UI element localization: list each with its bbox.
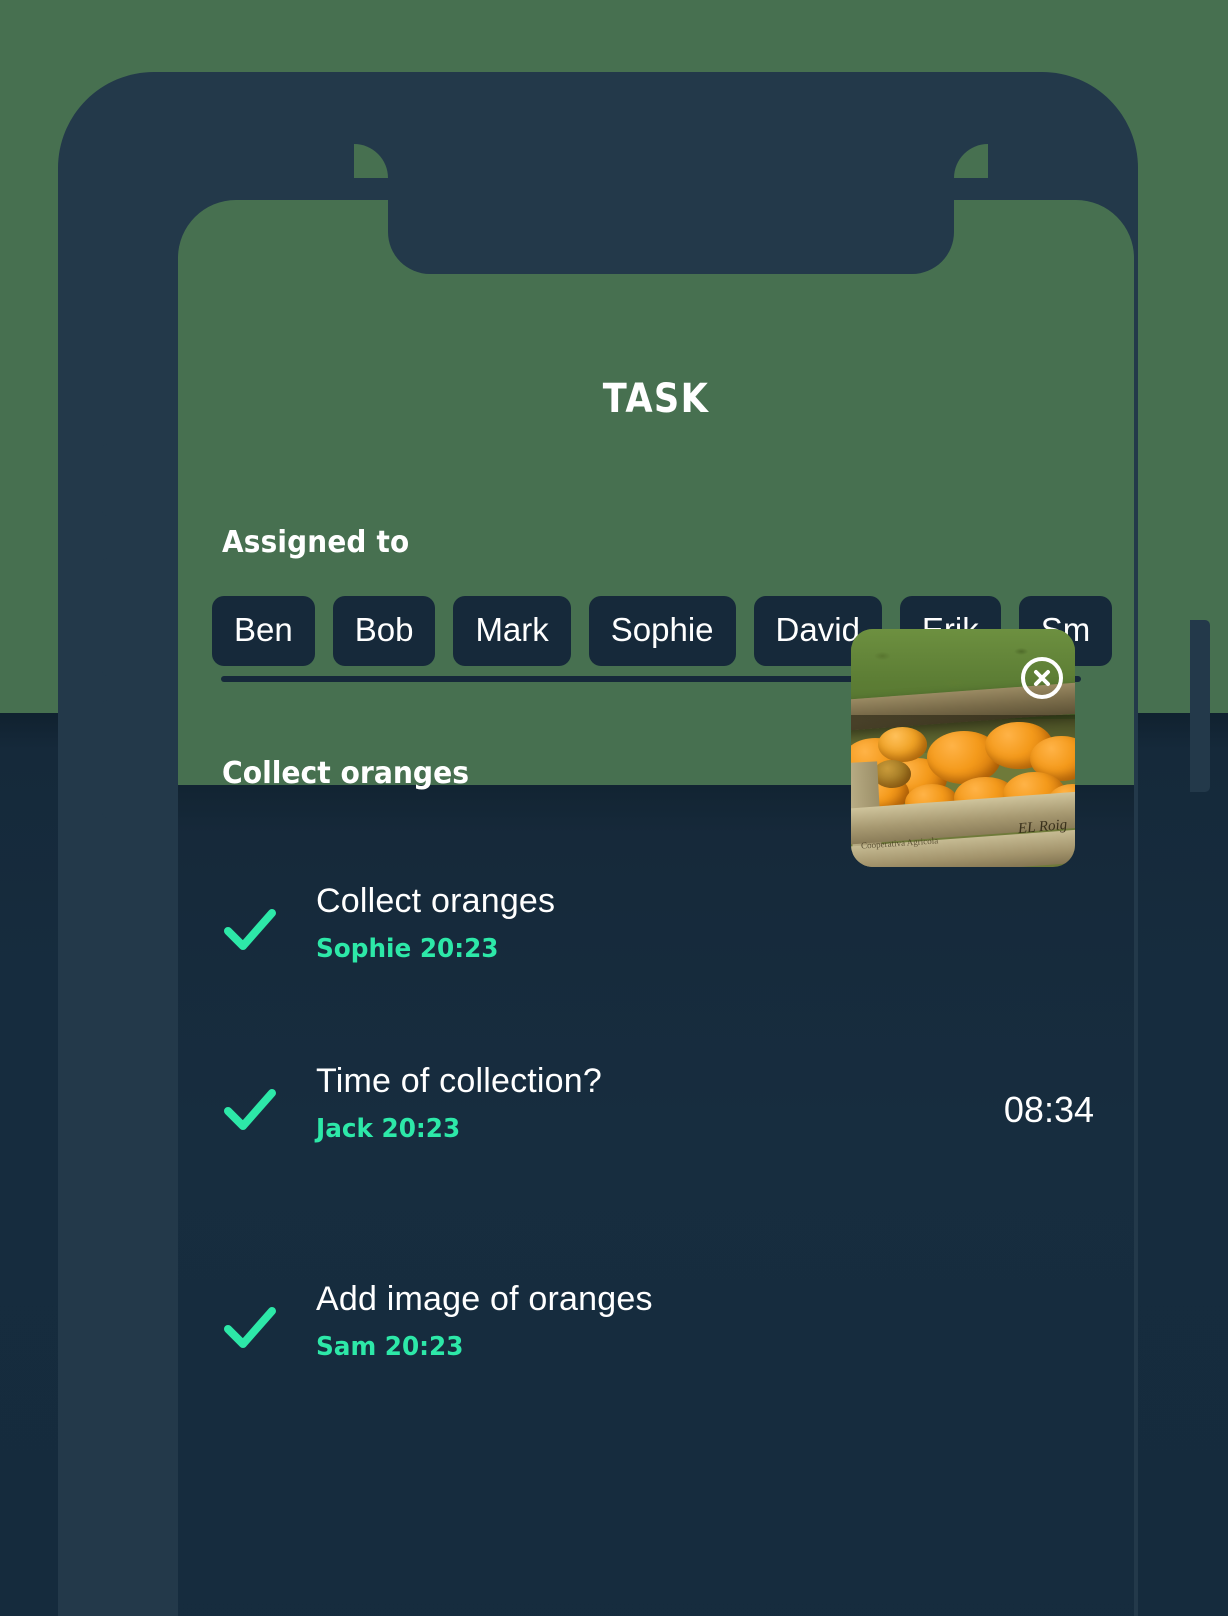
checklist-item[interactable]: Time of collection? Jack 20:23 08:34 — [178, 1040, 1134, 1258]
page-title: TASK — [602, 376, 710, 422]
volume-down-button[interactable] — [102, 700, 122, 818]
checklist-item[interactable]: Collect oranges Sophie 20:23 — [178, 860, 1134, 1040]
attachment-thumbnail[interactable]: EL Roig Cooperativa Agricola — [851, 629, 1075, 867]
checklist-item-value — [1094, 860, 1134, 908]
checklist-item-title: Collect oranges — [316, 882, 556, 920]
checklist-item-title: Add image of oranges — [316, 1280, 653, 1318]
checkmark-icon[interactable] — [222, 1082, 278, 1138]
checklist-item-meta: Sophie 20:23 — [316, 934, 499, 964]
phone-screen: TASK Assigned to Ben Bob Mark Sophie Dav… — [178, 200, 1134, 1616]
volume-up-button[interactable] — [102, 558, 122, 676]
checklist-item[interactable]: Add image of oranges Sam 20:23 — [178, 1258, 1134, 1488]
phone-device-frame: TASK Assigned to Ben Bob Mark Sophie Dav… — [58, 72, 1210, 1616]
notch-ear-left — [354, 144, 388, 178]
notch-ear-right — [954, 144, 988, 178]
checkmark-icon[interactable] — [222, 1300, 278, 1356]
assignee-chip[interactable]: Bob — [332, 596, 436, 666]
checklist-item-meta: Jack 20:23 — [316, 1114, 461, 1144]
screenshot-root: TASK Assigned to Ben Bob Mark Sophie Dav… — [0, 0, 1228, 1616]
section-title: Collect oranges — [222, 756, 470, 791]
mute-switch-button[interactable] — [102, 444, 122, 516]
checklist-item-body: Add image of oranges Sam 20:23 — [278, 1258, 1094, 1364]
assigned-to-label: Assigned to — [222, 525, 410, 560]
power-button[interactable] — [1190, 620, 1210, 792]
checklist-item-title: Time of collection? — [316, 1062, 602, 1100]
checklist-item-meta: Sam 20:23 — [316, 1332, 464, 1362]
checkmark-icon[interactable] — [222, 902, 278, 958]
assignee-chip[interactable]: Sophie — [588, 596, 736, 666]
assignee-chip[interactable]: Mark — [453, 596, 571, 666]
checklist-item-body: Time of collection? Jack 20:23 — [278, 1040, 1004, 1146]
assignee-chip[interactable]: Ben — [212, 596, 315, 666]
close-icon[interactable] — [1021, 657, 1063, 699]
app-content: TASK Assigned to Ben Bob Mark Sophie Dav… — [178, 200, 1134, 1616]
checklist-item-body: Collect oranges Sophie 20:23 — [278, 860, 1094, 966]
checklist-item-value[interactable]: 08:34 — [1004, 1040, 1134, 1132]
checklist: Collect oranges Sophie 20:23 Time of col… — [178, 860, 1134, 1488]
checklist-item-value — [1094, 1258, 1134, 1306]
